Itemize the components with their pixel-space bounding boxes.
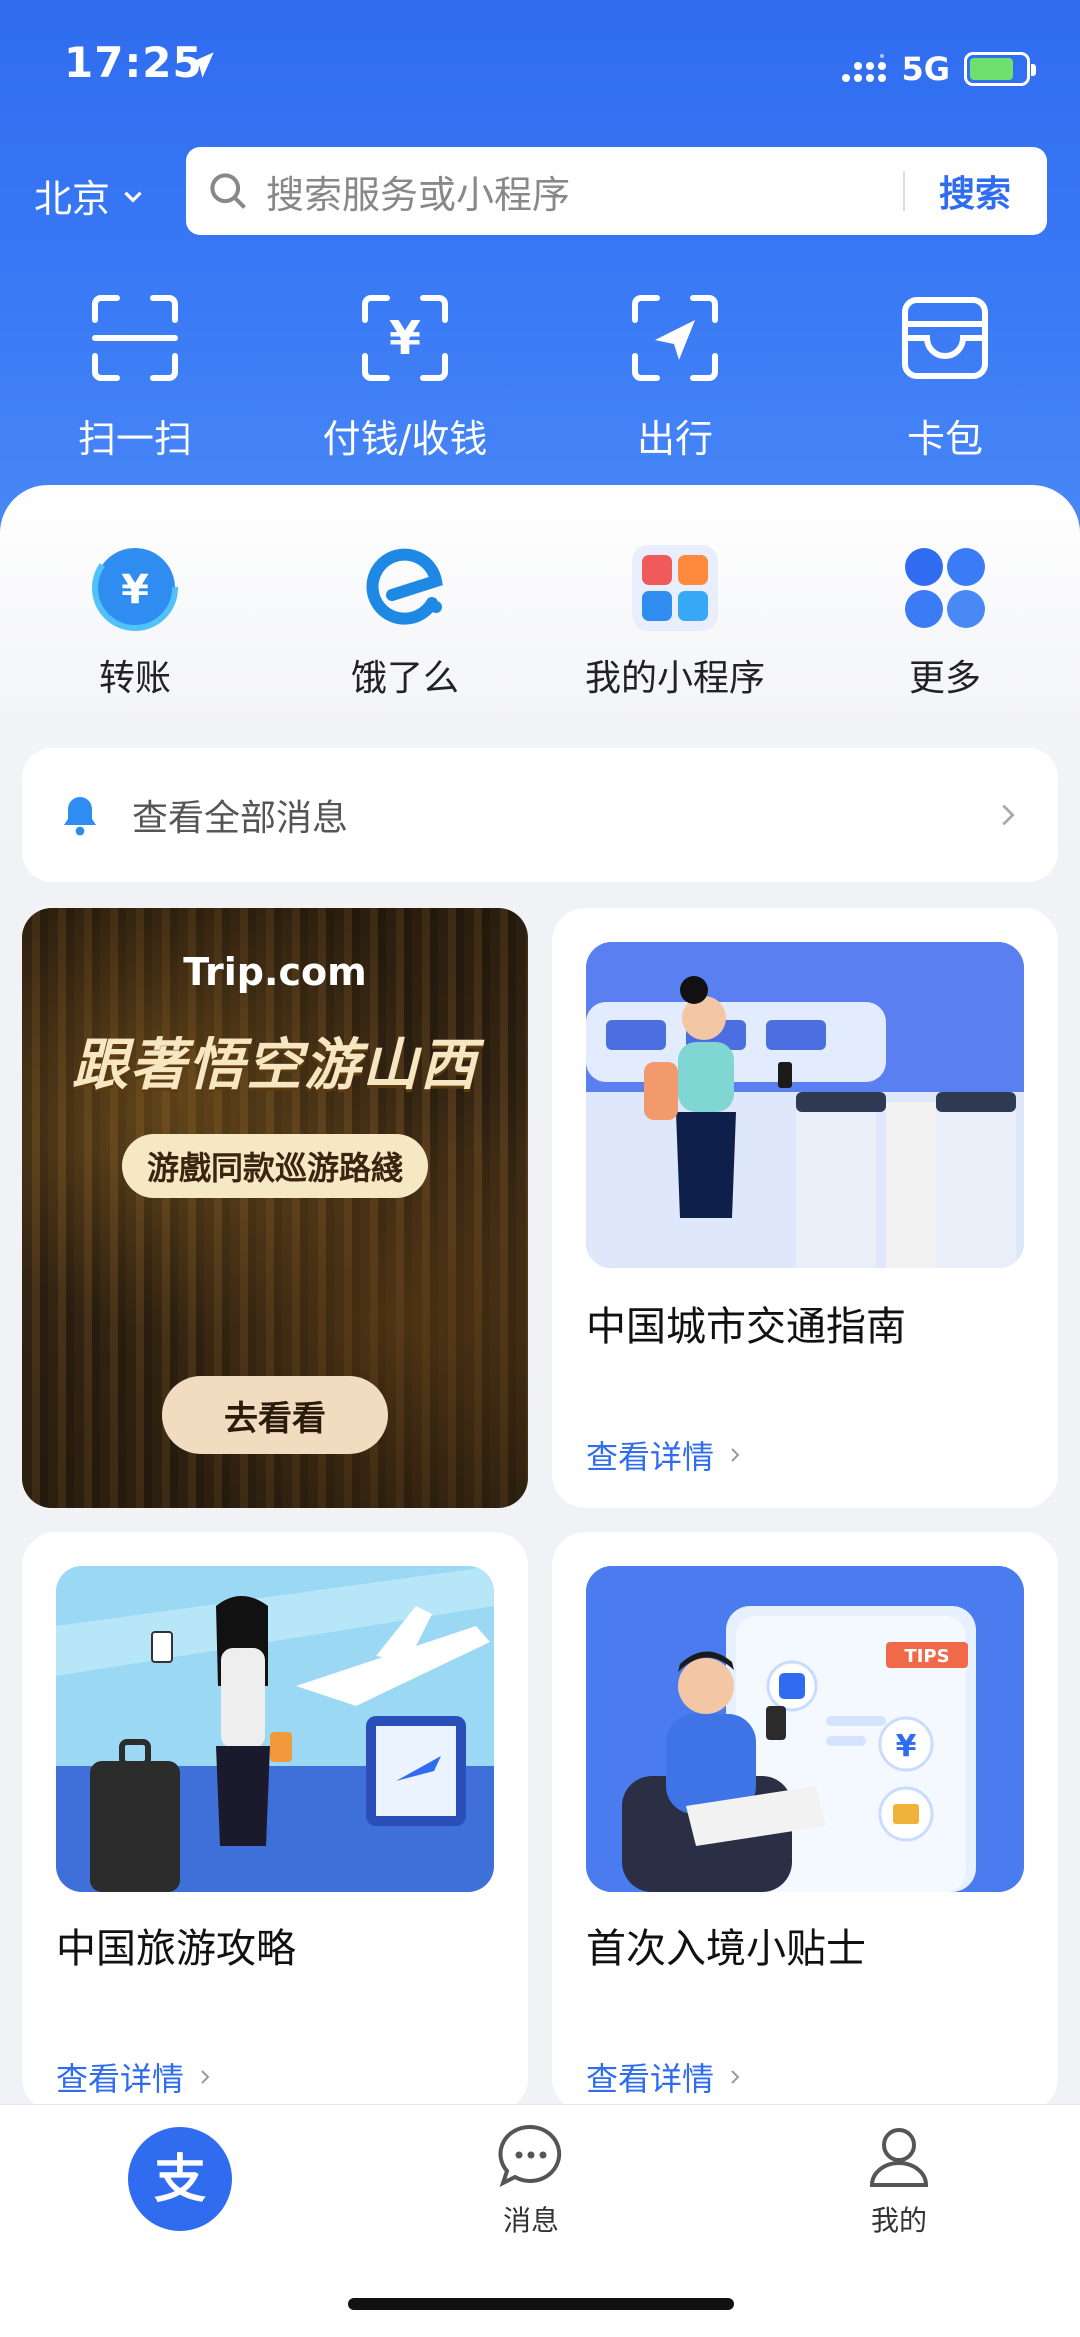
view-details-label: 查看详情 xyxy=(586,1438,715,1476)
view-details-link[interactable]: 查看详情 xyxy=(586,2054,744,2100)
mini-actions: ¥ 转账 饿了么 我的小程序 更多 xyxy=(0,545,1080,701)
promo-headline: 跟著悟空游山西 xyxy=(72,1033,478,1098)
travel-button[interactable]: 出行 xyxy=(540,290,810,463)
chevron-right-icon xyxy=(731,1448,740,1462)
transfer-label: 转账 xyxy=(98,658,171,699)
scan-label: 扫一扫 xyxy=(77,417,192,461)
transfer-button[interactable]: ¥ 转账 xyxy=(0,545,270,701)
view-details-label: 查看详情 xyxy=(586,2060,715,2098)
more-icon xyxy=(905,548,985,628)
alipay-home-icon: 支 xyxy=(128,2127,232,2231)
more-button[interactable]: 更多 xyxy=(810,545,1080,701)
location-arrow-icon xyxy=(188,52,214,78)
tips-badge: TIPS xyxy=(904,1646,949,1667)
search-icon xyxy=(210,173,246,209)
tab-messages-label: 消息 xyxy=(502,2204,559,2237)
search-input[interactable]: 搜索服务或小程序 xyxy=(266,164,903,219)
view-details-link[interactable]: 查看详情 xyxy=(586,1432,744,1478)
signal-icon xyxy=(842,54,887,82)
travel-label: 出行 xyxy=(636,417,713,461)
scan-button[interactable]: 扫一扫 xyxy=(0,290,270,463)
chevron-down-icon xyxy=(124,191,142,203)
status-bar: 17:25 5G xyxy=(0,0,1080,140)
city-label: 北京 xyxy=(34,177,111,221)
more-label: 更多 xyxy=(908,658,981,699)
city-selector[interactable]: 北京 xyxy=(34,168,146,223)
tab-home[interactable]: 支 xyxy=(128,2127,232,2231)
card-title: 中国旅游攻略 xyxy=(56,1926,296,1972)
promo-banner[interactable]: Trip.com 跟著悟空游山西 游戲同款巡游路綫 去看看 xyxy=(22,908,528,1508)
tab-messages[interactable]: 消息 xyxy=(496,2121,566,2239)
mini-programs-label: 我的小程序 xyxy=(584,658,765,699)
home-glyph: 支 xyxy=(154,2150,206,2210)
eleme-label: 饿了么 xyxy=(350,658,459,699)
search-button[interactable]: 搜索 xyxy=(905,165,1047,217)
mini-programs-button[interactable]: 我的小程序 xyxy=(540,545,810,701)
messages-notice[interactable]: 查看全部消息 xyxy=(22,748,1058,882)
svg-text:¥: ¥ xyxy=(896,1729,917,1764)
tips-illustration: TIPS ¥ xyxy=(586,1566,1024,1892)
promo-subtitle: 游戲同款巡游路綫 xyxy=(122,1134,428,1198)
travel-guide-card[interactable]: 中国旅游攻略 查看详情 xyxy=(22,1532,528,2112)
chevron-right-icon xyxy=(1002,804,1015,826)
svg-text:¥: ¥ xyxy=(121,567,149,613)
view-details-link[interactable]: 查看详情 xyxy=(56,2054,214,2100)
promo-brand: Trip.com xyxy=(183,950,367,994)
tab-mine[interactable]: 我的 xyxy=(864,2121,934,2239)
user-icon xyxy=(869,2128,929,2187)
travel-illustration xyxy=(56,1566,494,1892)
transport-guide-card[interactable]: 中国城市交通指南 查看详情 xyxy=(552,908,1058,1508)
chevron-right-icon xyxy=(731,2070,740,2084)
battery-icon xyxy=(964,52,1036,86)
network-type: 5G xyxy=(901,50,950,88)
status-time: 17:25 xyxy=(64,38,203,87)
search-bar[interactable]: 搜索服务或小程序 搜索 xyxy=(186,147,1047,235)
card-title: 首次入境小贴士 xyxy=(586,1926,866,1972)
card-wallet-icon xyxy=(902,297,988,379)
notice-text: 查看全部消息 xyxy=(132,798,349,839)
pay-receive-button[interactable]: ¥ 付钱/收钱 xyxy=(270,290,540,463)
travel-icon xyxy=(632,295,718,381)
card-wallet-label: 卡包 xyxy=(906,417,983,461)
tab-mine-label: 我的 xyxy=(870,2204,927,2237)
bell-icon xyxy=(64,797,96,836)
home-indicator xyxy=(348,2298,734,2310)
entry-tips-card[interactable]: TIPS ¥ 首次入境小贴士 查看详情 xyxy=(552,1532,1058,2112)
top-actions: 扫一扫 ¥ 付钱/收钱 出行 卡包 xyxy=(0,290,1080,463)
svg-text:¥: ¥ xyxy=(389,311,421,365)
transport-scene xyxy=(586,942,1024,1268)
chat-bubble-icon xyxy=(498,2124,562,2187)
tips-scene: TIPS ¥ xyxy=(586,1566,1024,1892)
card-title: 中国城市交通指南 xyxy=(586,1304,906,1350)
pay-receive-label: 付钱/收钱 xyxy=(322,417,488,461)
scan-icon xyxy=(92,295,178,381)
mini-programs-icon xyxy=(632,545,718,631)
eleme-icon xyxy=(366,548,443,625)
card-wallet-button[interactable]: 卡包 xyxy=(810,290,1080,463)
promo-go-button[interactable]: 去看看 xyxy=(162,1376,388,1454)
eleme-button[interactable]: 饿了么 xyxy=(270,545,540,701)
view-details-label: 查看详情 xyxy=(56,2060,185,2098)
transfer-icon: ¥ xyxy=(92,545,178,631)
transport-illustration xyxy=(586,942,1024,1268)
pay-receive-icon: ¥ xyxy=(362,295,448,381)
chevron-right-icon xyxy=(201,2070,210,2084)
travel-scene xyxy=(56,1566,494,1892)
